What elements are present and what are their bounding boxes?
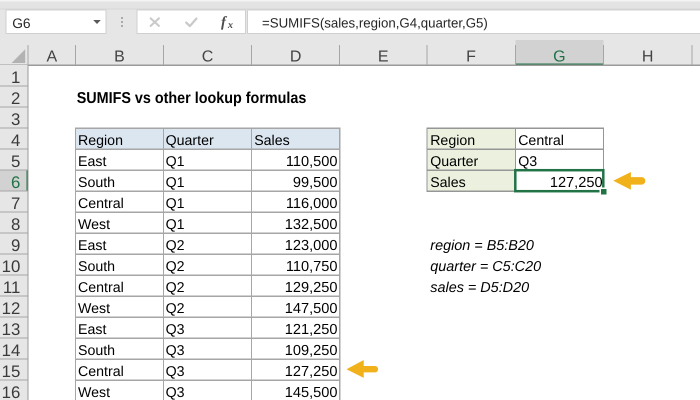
svg-text:Central: Central [78,196,124,212]
svg-text:South: South [78,343,115,359]
svg-text:South: South [78,175,115,191]
svg-text:3: 3 [11,110,20,129]
svg-text:Q1: Q1 [166,175,185,191]
svg-text:Q1: Q1 [166,217,185,233]
svg-text:116,000: 116,000 [286,196,338,212]
svg-text:A: A [46,48,57,65]
svg-text:Sales: Sales [254,133,290,149]
svg-text:Q3: Q3 [166,322,185,338]
svg-text:B: B [114,48,125,65]
svg-text:Quarter: Quarter [430,154,478,170]
svg-text:Q2: Q2 [166,280,185,296]
svg-text:121,250: 121,250 [285,322,338,338]
svg-text:7: 7 [11,194,20,213]
svg-text:4: 4 [11,131,20,150]
svg-text:110,750: 110,750 [286,259,338,275]
svg-text:6: 6 [11,173,20,192]
svg-text:132,500: 132,500 [285,217,338,233]
svg-text:12: 12 [2,299,21,318]
svg-text:Quarter: Quarter [166,133,214,149]
svg-text:=SUMIFS(sales,region,G4,quarte: =SUMIFS(sales,region,G4,quarter,G5) [262,15,488,30]
svg-text:East: East [78,154,106,170]
svg-text:G: G [553,48,565,65]
svg-text:G6: G6 [12,16,31,31]
svg-text:127,250: 127,250 [285,364,338,380]
svg-text:145,500: 145,500 [285,385,338,400]
svg-text:13: 13 [2,320,21,339]
svg-text:East: East [78,322,106,338]
svg-text:region = B5:B20: region = B5:B20 [430,238,534,254]
svg-text:127,250: 127,250 [550,175,603,191]
svg-text:West: West [78,385,110,400]
svg-text:5: 5 [11,152,20,171]
svg-text:14: 14 [2,341,21,360]
svg-text:Q3: Q3 [518,154,537,170]
svg-text:Q3: Q3 [166,385,185,400]
svg-text:Q3: Q3 [166,343,185,359]
svg-text:West: West [78,217,110,233]
svg-text:South: South [78,259,115,275]
svg-text:x: x [227,20,233,31]
svg-text:Central: Central [78,280,124,296]
svg-text:Q1: Q1 [166,154,185,170]
svg-text:SUMIFS vs other lookup formula: SUMIFS vs other lookup formulas [77,90,307,107]
svg-text:D: D [290,48,302,65]
svg-text:10: 10 [2,257,21,276]
svg-text:Central: Central [78,364,124,380]
svg-text:110,500: 110,500 [286,154,338,170]
svg-text:2: 2 [11,89,20,108]
svg-text:Region: Region [78,133,123,149]
svg-text:99,500: 99,500 [293,175,338,191]
svg-text:Region: Region [430,133,475,149]
svg-text:109,250: 109,250 [285,343,338,359]
svg-text:16: 16 [2,383,21,400]
svg-text:West: West [78,301,110,317]
svg-text:Q2: Q2 [166,301,185,317]
svg-text:Central: Central [518,133,564,149]
svg-text:F: F [466,48,476,65]
svg-text:Q1: Q1 [166,196,185,212]
svg-text:Q3: Q3 [166,364,185,380]
svg-text:H: H [642,48,654,65]
svg-text:Q2: Q2 [166,259,185,275]
svg-text:1: 1 [11,68,20,87]
svg-text:9: 9 [11,236,20,255]
svg-text:quarter = C5:C20: quarter = C5:C20 [430,259,541,275]
svg-text:147,500: 147,500 [285,301,338,317]
svg-text:123,000: 123,000 [285,238,338,254]
svg-text:sales = D5:D20: sales = D5:D20 [430,280,529,296]
svg-text:E: E [378,48,389,65]
svg-text:8: 8 [11,215,20,234]
svg-text:Sales: Sales [430,175,466,191]
svg-text:Q2: Q2 [166,238,185,254]
svg-text:11: 11 [3,278,20,297]
svg-text:East: East [78,238,106,254]
svg-text:C: C [202,48,214,65]
svg-text:129,250: 129,250 [285,280,338,296]
svg-text:15: 15 [2,362,21,381]
